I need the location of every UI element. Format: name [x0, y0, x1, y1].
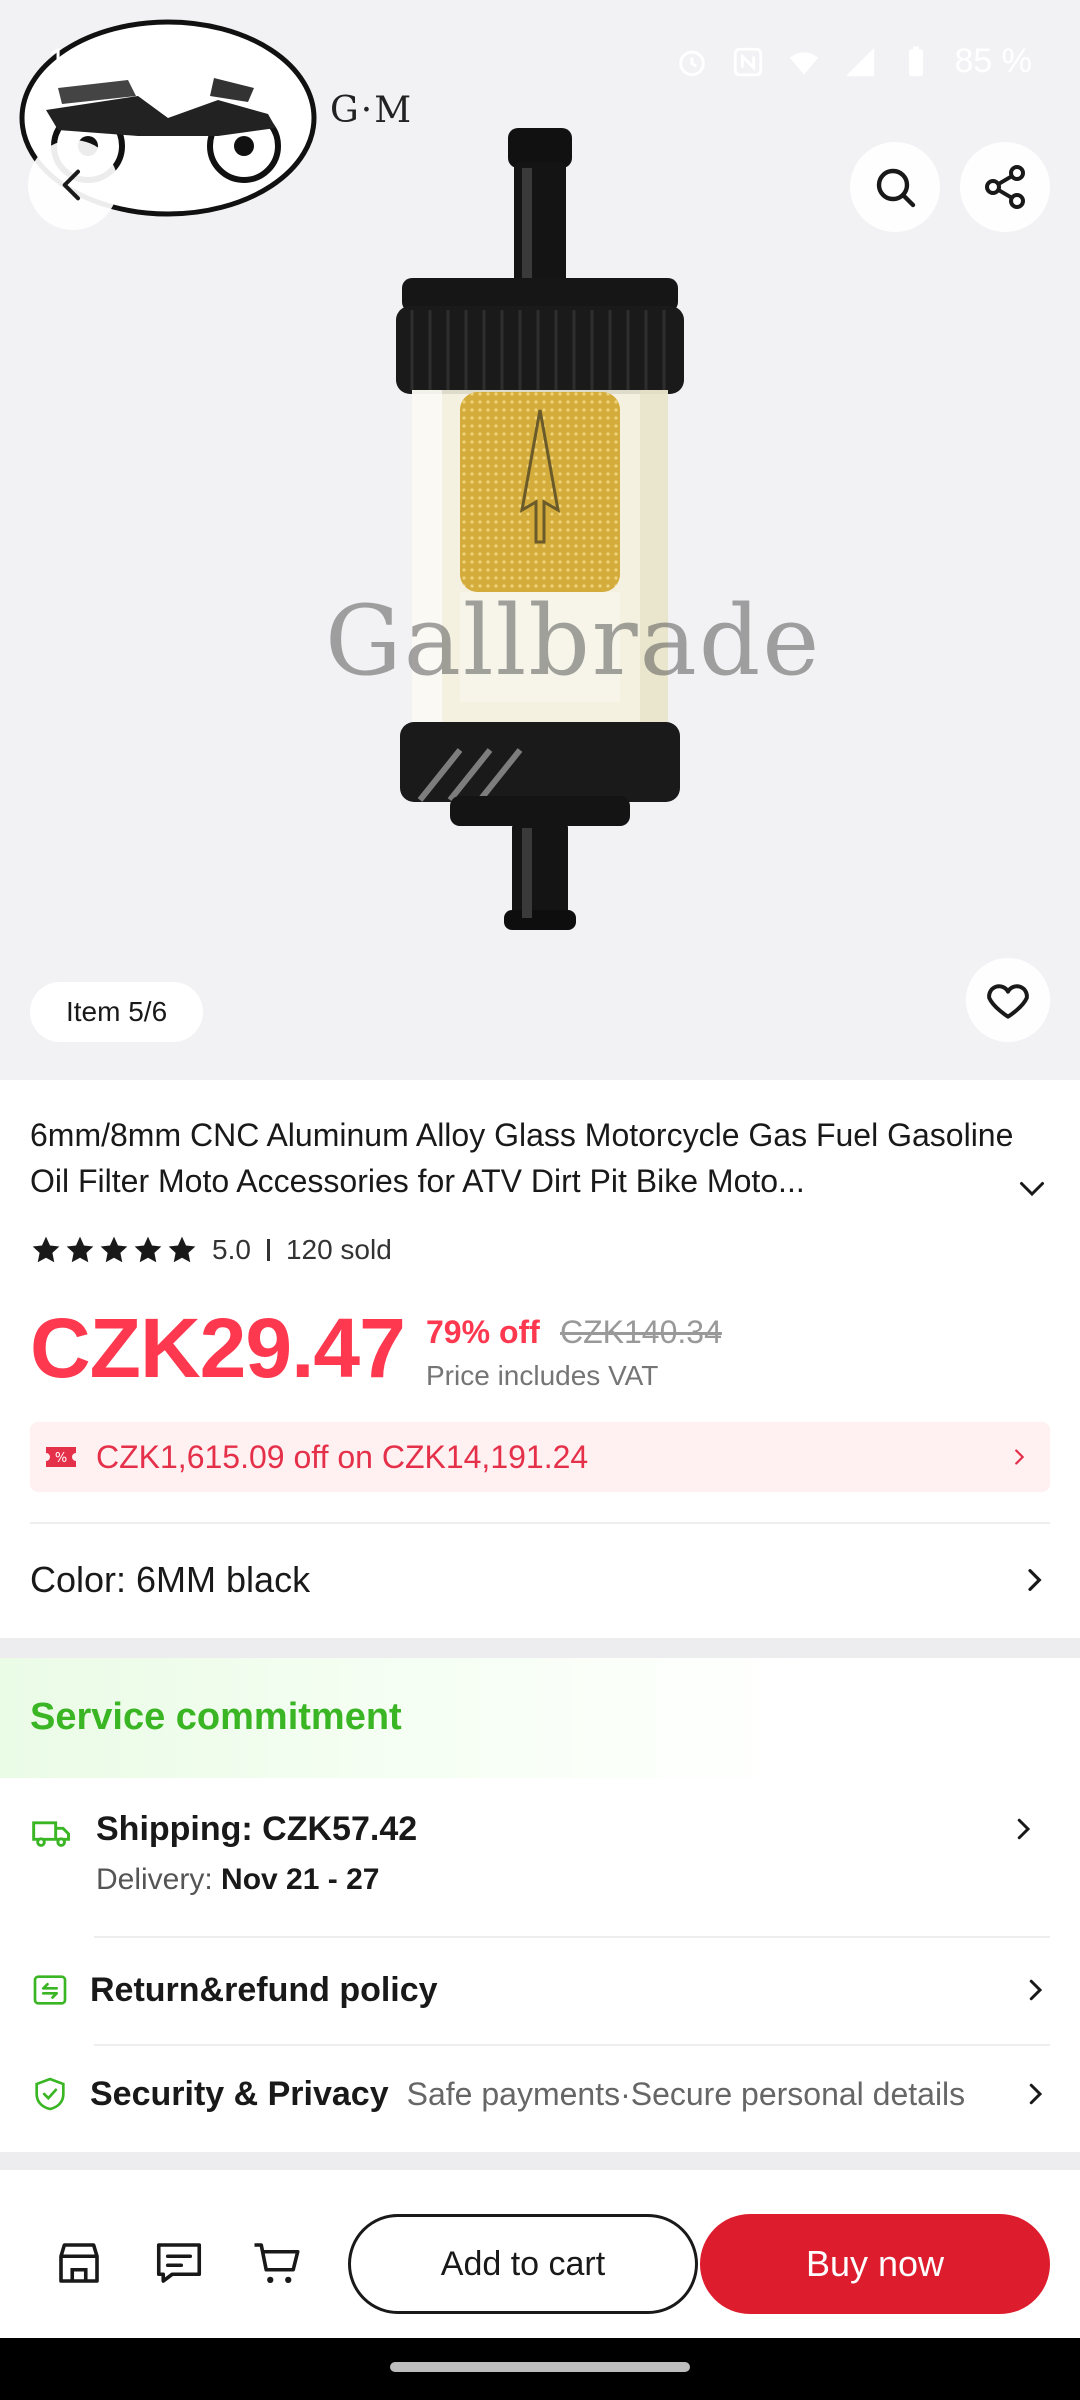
- chat-icon[interactable]: [152, 2236, 206, 2290]
- service-body: Shipping: CZK57.42 Delivery: Nov 21 - 27…: [0, 1778, 1080, 2148]
- service-title: Service commitment: [30, 1696, 402, 1738]
- chevron-right-icon: [1015, 1449, 1025, 1465]
- security-subtitle: Safe payments·Secure personal details: [406, 2075, 966, 2112]
- image-watermark: Gallbrade: [325, 585, 822, 697]
- rating-row[interactable]: 5.0 120 sold: [30, 1232, 392, 1268]
- security-title: Security & Privacy: [90, 2074, 389, 2113]
- rating-stars: [30, 1234, 198, 1266]
- shipping-title: Shipping: CZK57.42: [96, 1810, 418, 1848]
- image-counter: Item 5/6: [30, 982, 204, 1042]
- back-button[interactable]: [28, 140, 118, 230]
- truck-icon: [32, 1821, 70, 1847]
- chevron-left-icon: [62, 169, 80, 201]
- home-indicator[interactable]: [390, 2362, 690, 2372]
- share-button[interactable]: [960, 142, 1050, 232]
- product-title[interactable]: 6mm/8mm CNC Aluminum Alloy Glass Motorcy…: [30, 1112, 1020, 1204]
- coupon-text: CZK1,615.09 off on CZK14,191.24: [96, 1438, 589, 1475]
- status-bar: 13:24 85 %: [0, 0, 1080, 120]
- status-icons: 85 %: [675, 42, 1033, 81]
- shipping-row[interactable]: Shipping: CZK57.42 Delivery: Nov 21 - 27: [30, 1810, 1050, 1910]
- delivery-label: Delivery:: [96, 1863, 222, 1896]
- alarm-icon: [678, 50, 705, 76]
- original-price: CZK140.34: [560, 1314, 722, 1350]
- battery-icon: [908, 45, 923, 76]
- search-button[interactable]: [850, 142, 940, 232]
- star-icon: [100, 1236, 128, 1263]
- section-separator: [0, 1638, 1080, 1658]
- color-selector[interactable]: Color: 6MM black: [30, 1540, 1050, 1620]
- status-time: 13:24: [48, 42, 134, 80]
- share-icon: [985, 165, 1025, 209]
- battery-percentage: 85 %: [954, 42, 1033, 80]
- divider: [94, 1936, 1050, 1938]
- color-label: Color: 6MM black: [30, 1559, 311, 1600]
- return-policy-row[interactable]: Return&refund policy: [30, 1950, 1050, 2030]
- delivery-dates: Nov 21 - 27: [221, 1863, 380, 1896]
- chevron-right-icon: [1029, 1979, 1043, 2001]
- store-icon[interactable]: [52, 2236, 106, 2290]
- wifi-icon: [789, 51, 818, 75]
- heart-icon: [987, 984, 1029, 1019]
- coupon-icon: %: [46, 1447, 76, 1467]
- star-icon: [66, 1236, 94, 1263]
- sold-count: 120 sold: [285, 1234, 392, 1265]
- discount-badge: 79% off: [426, 1314, 540, 1350]
- chevron-right-icon: [1028, 1569, 1042, 1591]
- coupon-banner[interactable]: % CZK1,615.09 off on CZK14,191.24: [30, 1422, 1050, 1492]
- rating-separator: [266, 1239, 270, 1261]
- return-policy-title: Return&refund policy: [90, 1970, 438, 2009]
- add-to-cart-button[interactable]: Add to cart: [348, 2214, 698, 2314]
- wishlist-button[interactable]: [966, 958, 1050, 1042]
- star-icon: [168, 1236, 196, 1263]
- chevron-right-icon: [1017, 1818, 1031, 1840]
- system-navigation-bar: [0, 2338, 1080, 2400]
- section-separator: [0, 2152, 1080, 2170]
- nfc-icon: [733, 47, 762, 76]
- divider: [30, 1522, 1050, 1524]
- star-icon: [32, 1236, 60, 1263]
- product-gallery[interactable]: Gallbrade G·M 13:24 85 % Item 5/6: [0, 0, 1080, 1080]
- delivery-info: Delivery: Nov 21 - 27: [96, 1863, 417, 1897]
- cart-icon[interactable]: [250, 2236, 304, 2290]
- chevron-right-icon: [1029, 2083, 1043, 2105]
- search-icon: [876, 168, 916, 208]
- svg-text:%: %: [55, 1451, 67, 1466]
- product-image: [396, 128, 684, 930]
- service-commitment-section: Service commitment Shipping: CZK57.42 De…: [0, 1658, 1080, 2148]
- bottom-action-bar: Add to cart Buy now: [0, 2170, 1080, 2338]
- signal-icon: [845, 47, 874, 76]
- expand-title-icon[interactable]: [1014, 1170, 1050, 1206]
- current-price: CZK29.47: [30, 1301, 406, 1395]
- buy-now-button[interactable]: Buy now: [700, 2214, 1050, 2314]
- shield-icon: [35, 2077, 65, 2111]
- return-icon: [33, 1975, 67, 2005]
- security-privacy-row[interactable]: Security & Privacy Safe payments·Secure …: [30, 2054, 1050, 2134]
- rating-value: 5.0: [212, 1234, 251, 1265]
- divider: [94, 2044, 1050, 2046]
- star-icon: [134, 1236, 162, 1263]
- vat-note: Price includes VAT: [426, 1360, 659, 1391]
